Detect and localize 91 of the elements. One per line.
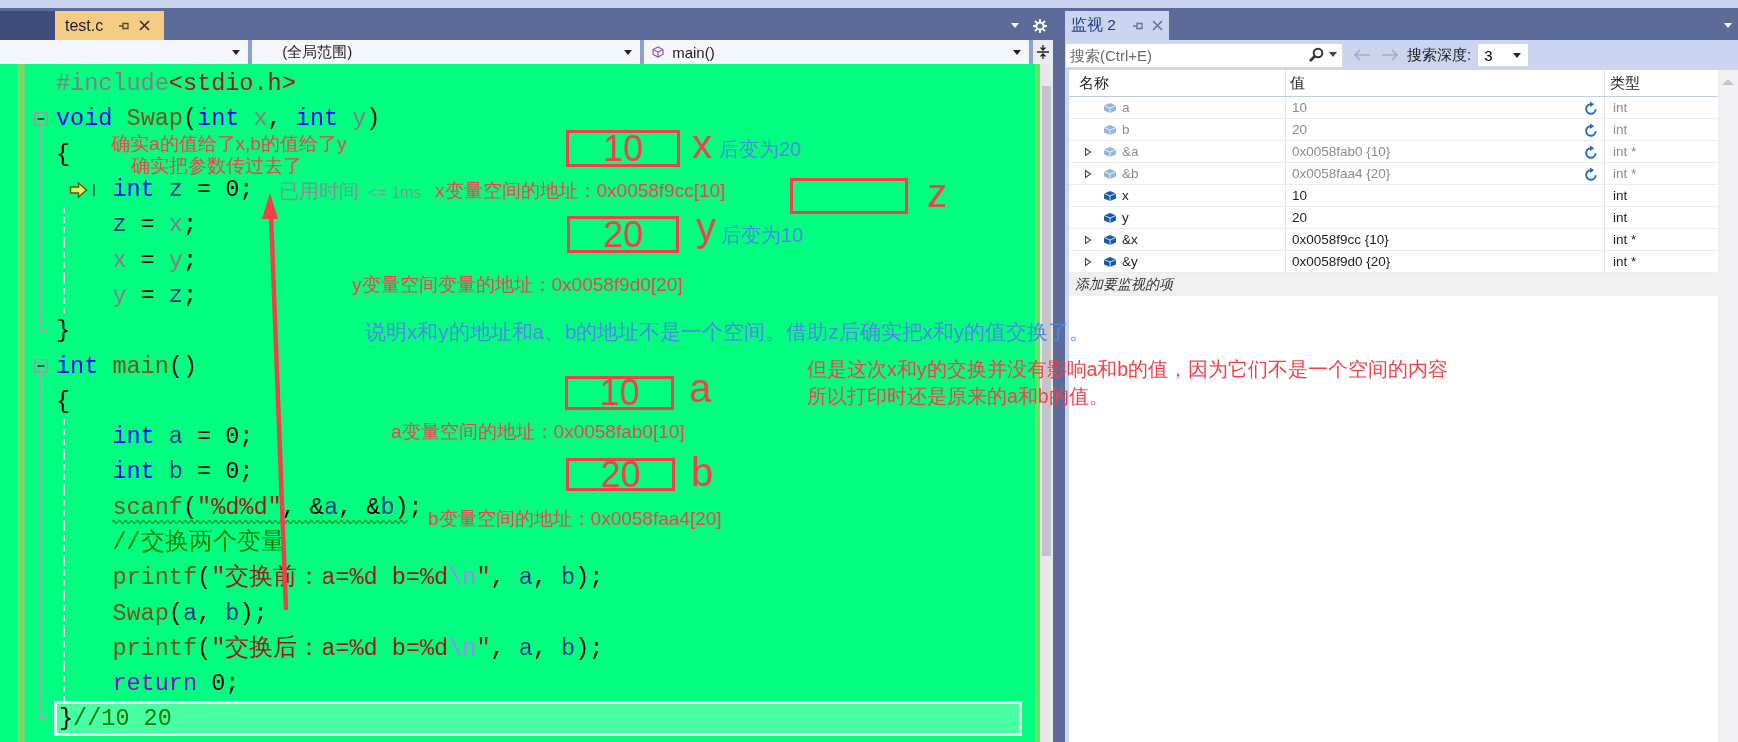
variable-name: &y [1122, 254, 1138, 269]
variable-value: 20 [1292, 210, 1308, 225]
code-line: } [56, 316, 71, 347]
caret-icon[interactable] [1513, 52, 1522, 58]
annotation-text: 确实把参数传过去了 [131, 155, 302, 178]
scrollbar[interactable] [1718, 70, 1738, 742]
annotation-label: z [927, 173, 947, 213]
variable-name: a [1122, 100, 1130, 115]
annotation-label: x [692, 124, 712, 164]
code-line: int b = 0; [112, 457, 254, 488]
search-field[interactable]: 搜索(Ctrl+E) [1065, 42, 1343, 68]
cube-icon [652, 46, 665, 58]
caret-icon[interactable] [1329, 52, 1337, 57]
caret-icon[interactable] [624, 49, 633, 55]
annotation-text: 后变为10 [721, 223, 804, 247]
code-line: int main() [56, 351, 198, 382]
collapse-icon[interactable] [34, 111, 48, 126]
collapse-icon[interactable] [34, 359, 48, 373]
annotation-box: 20 [567, 216, 679, 253]
annotation-text: a变量空间的地址：0x0058fab0[10] [391, 421, 685, 444]
code-line: int a = 0; [112, 422, 254, 453]
variable-value: 10 [1292, 100, 1308, 115]
document-tab[interactable]: test.c [55, 11, 164, 40]
code-line: int z = 0; [112, 175, 254, 206]
close-icon[interactable] [139, 20, 151, 31]
code-line: printf("交换后：a=%d b=%d\n", a, b); [112, 633, 604, 664]
variable-name: &a [1122, 144, 1139, 159]
code-line: z = x; [112, 210, 198, 241]
annotation-text: 后变为20 [719, 137, 802, 161]
code-line: #include<stdio.h> [56, 69, 296, 100]
annotation-text: 确实a的值给了x,b的值给了y [111, 133, 347, 156]
variable-name: b [1122, 122, 1130, 137]
dropdown[interactable]: main() [644, 40, 1029, 64]
variable-type: int [1612, 188, 1628, 203]
variable-type: int * [1612, 166, 1637, 181]
variable-name: &x [1122, 232, 1138, 247]
code-line: Swap(a, b); [112, 598, 268, 629]
tab-label: 监视 2 [1071, 15, 1116, 35]
code-line: x = y; [112, 245, 198, 276]
annotation-label: b [691, 452, 714, 492]
split-icon[interactable] [1033, 40, 1053, 64]
expand-icon[interactable] [1084, 168, 1092, 179]
annotation-text: b变量空间的地址：0x0058faa4[20] [428, 508, 722, 531]
code-line: y = z; [112, 280, 198, 311]
depth-dropdown[interactable]: 3 [1478, 44, 1529, 66]
refresh-icon[interactable] [1584, 100, 1598, 115]
tool-tab[interactable]: 监视 2 [1065, 11, 1169, 40]
variable-name: x [1122, 188, 1129, 203]
variable-type: int * [1612, 144, 1637, 159]
annotation-label: y [696, 207, 716, 247]
caret-icon[interactable] [1013, 49, 1021, 55]
column-header[interactable]: 值 [1290, 73, 1305, 93]
variable-value: 20 [1292, 122, 1308, 137]
annotation-text: x变量空间的地址：0x0058f9cc[10] [435, 180, 726, 203]
variable-value: 10 [1292, 188, 1308, 203]
annotation-box: 10 [566, 130, 680, 167]
annotation-label: a [689, 368, 712, 408]
column-header[interactable]: 名称 [1079, 73, 1109, 93]
variable-type: int * [1612, 232, 1637, 247]
code-line: scanf("%d%d", &a, &b); [112, 489, 423, 525]
variable-value: 0x0058f9d0 {20} [1292, 254, 1391, 269]
refresh-icon[interactable] [1584, 166, 1598, 181]
caret-icon[interactable] [232, 49, 241, 55]
refresh-icon[interactable] [1584, 122, 1598, 137]
variable-value: 0x0058f9cc {10} [1292, 232, 1389, 247]
expand-icon[interactable] [1084, 234, 1092, 245]
add-watch-item[interactable]: 添加要监视的项 [1075, 275, 1173, 294]
code-line: void Swap(int x, int y) [56, 104, 381, 134]
depth-label: 搜索深度: [1407, 45, 1472, 65]
variable-type: int [1612, 122, 1628, 137]
variable-name: y [1122, 210, 1129, 225]
annotation-box: 10 [565, 376, 674, 410]
variable-type: int [1612, 100, 1628, 115]
refresh-icon[interactable] [1584, 144, 1598, 159]
variable-value: 0x0058fab0 {10} [1292, 144, 1391, 159]
search-icon[interactable] [1308, 46, 1324, 63]
variable-name: &b [1122, 166, 1139, 181]
column-header[interactable]: 类型 [1610, 73, 1640, 93]
code-line: return 0; [112, 669, 240, 700]
variable-type: int * [1612, 254, 1637, 269]
dropdown[interactable]: (全局范围) [252, 40, 641, 64]
annotation-box: 20 [566, 458, 675, 491]
code-line: { [56, 386, 71, 417]
expand-icon[interactable] [1084, 146, 1092, 157]
tab-label: test.c [65, 16, 104, 35]
annotation-text: y变量空间变量的地址：0x0058f9d0[20] [352, 274, 683, 297]
code-line: { [56, 139, 71, 170]
settings-icon[interactable] [1033, 18, 1047, 33]
variable-value: 0x0058faa4 {20} [1292, 166, 1391, 181]
variable-type: int [1612, 210, 1628, 225]
expand-icon[interactable] [1084, 256, 1092, 267]
